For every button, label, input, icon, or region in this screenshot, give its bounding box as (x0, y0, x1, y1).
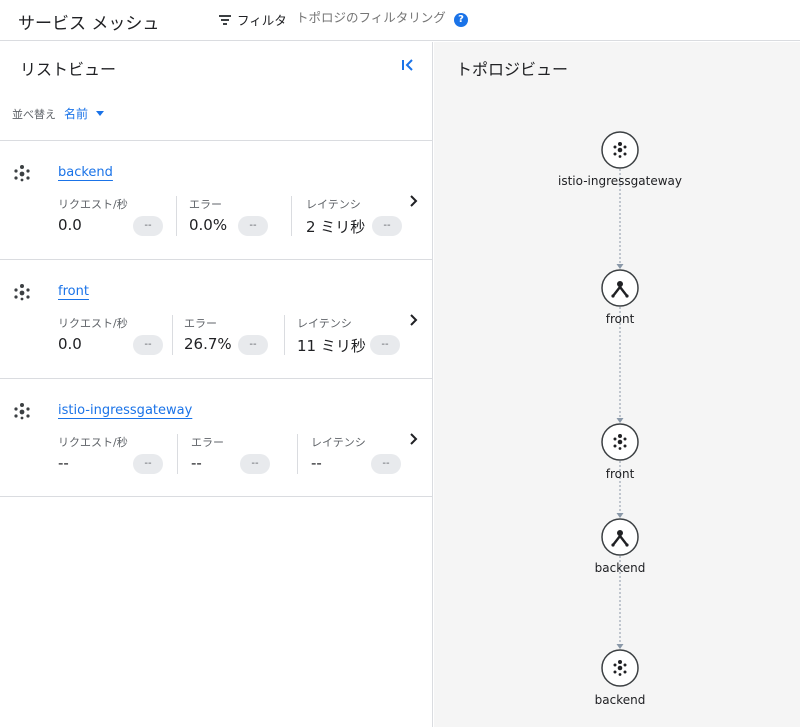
service-row[interactable]: istio-ingressgateway リクエスト/秒 -- -- エラー -… (0, 378, 433, 497)
sort-dropdown-icon (96, 111, 105, 116)
latency-trend-chip: -- (371, 454, 401, 474)
errors-trend-chip: -- (238, 335, 268, 355)
latency-value: 11 ミリ秒 (297, 337, 366, 355)
filter-label: フィルタ (237, 13, 287, 28)
requests-trend-chip: -- (133, 216, 163, 236)
requests-trend-chip: -- (133, 335, 163, 355)
service-icon (14, 403, 30, 420)
latency-trend-chip: -- (370, 335, 400, 355)
topology-node-workload[interactable] (601, 269, 639, 307)
requests-trend-chip: -- (133, 454, 163, 474)
chevron-right-icon[interactable] (408, 313, 420, 327)
edge-arrow (616, 264, 624, 269)
topology-node-label: backend (594, 693, 646, 707)
sort-control[interactable]: 並べ替え 名前 (12, 105, 105, 122)
topology-node-workload[interactable] (601, 518, 639, 556)
filter-icon (218, 14, 231, 26)
chevron-right-icon[interactable] (408, 432, 420, 446)
service-icon (14, 165, 30, 182)
errors-value: 26.7% (184, 335, 232, 353)
metric-divider (177, 434, 178, 474)
latency-value: -- (311, 454, 322, 472)
filter-button[interactable]: フィルタ (218, 10, 287, 29)
topology-node-service[interactable] (601, 649, 639, 687)
topology-node-service[interactable] (601, 131, 639, 169)
sort-label: 並べ替え (12, 107, 56, 121)
list-view-title: リストビュー (20, 60, 117, 79)
errors-chip: -- (240, 434, 270, 478)
chevron-right-icon[interactable] (408, 194, 420, 208)
latency-chip: -- (370, 315, 400, 359)
latency-trend-chip: -- (372, 216, 402, 236)
list-view-panel: リストビュー 並べ替え 名前 backend リクエスト/秒 0.0 -- エラ… (0, 42, 433, 727)
errors-chip: -- (238, 196, 268, 240)
topology-node-label: istio-ingressgateway (558, 174, 682, 188)
metric-divider (291, 196, 292, 236)
service-name-link[interactable]: backend (58, 165, 113, 180)
latency-value: 2 ミリ秒 (306, 218, 366, 236)
requests-chip: -- (133, 315, 163, 359)
requests-chip: -- (133, 196, 163, 240)
topology-node-label: front (605, 467, 635, 481)
topology-view-panel: トポロジビュー istio-ingressgateway front front ba… (434, 42, 800, 727)
page-title: サービス メッシュ (18, 14, 160, 34)
collapse-panel-icon[interactable] (401, 58, 415, 72)
edge-arrow (616, 644, 624, 649)
topology-node-label: backend (594, 561, 646, 575)
sort-value: 名前 (64, 107, 89, 121)
topology-node-label: front (605, 312, 635, 326)
requests-value: 0.0 (58, 335, 82, 353)
errors-chip: -- (238, 315, 268, 359)
metric-divider (284, 315, 285, 355)
service-icon (14, 284, 30, 301)
latency-chip: -- (372, 196, 402, 240)
requests-value: 0.0 (58, 216, 82, 234)
edge-arrow (616, 418, 624, 423)
app-header: サービス メッシュ フィルタ ? (0, 0, 800, 41)
errors-trend-chip: -- (238, 216, 268, 236)
errors-value: 0.0% (189, 216, 228, 234)
topology-node-service[interactable] (601, 423, 639, 461)
service-row[interactable]: backend リクエスト/秒 0.0 -- エラー 0.0% -- レイテンシ… (0, 140, 433, 259)
metric-divider (176, 196, 177, 236)
requests-value: -- (58, 454, 69, 472)
errors-value: -- (191, 454, 202, 472)
service-name-link[interactable]: front (58, 284, 89, 299)
latency-chip: -- (371, 434, 401, 478)
service-name-link[interactable]: istio-ingressgateway (58, 403, 192, 418)
requests-chip: -- (133, 434, 163, 478)
metric-divider (172, 315, 173, 355)
help-icon[interactable]: ? (454, 13, 468, 27)
edge-arrow (616, 513, 624, 518)
errors-trend-chip: -- (240, 454, 270, 474)
metric-divider (297, 434, 298, 474)
service-row[interactable]: front リクエスト/秒 0.0 -- エラー 26.7% -- レイテンシ … (0, 259, 433, 378)
topology-filter-input[interactable] (296, 10, 446, 25)
topology-graph (601, 131, 639, 687)
